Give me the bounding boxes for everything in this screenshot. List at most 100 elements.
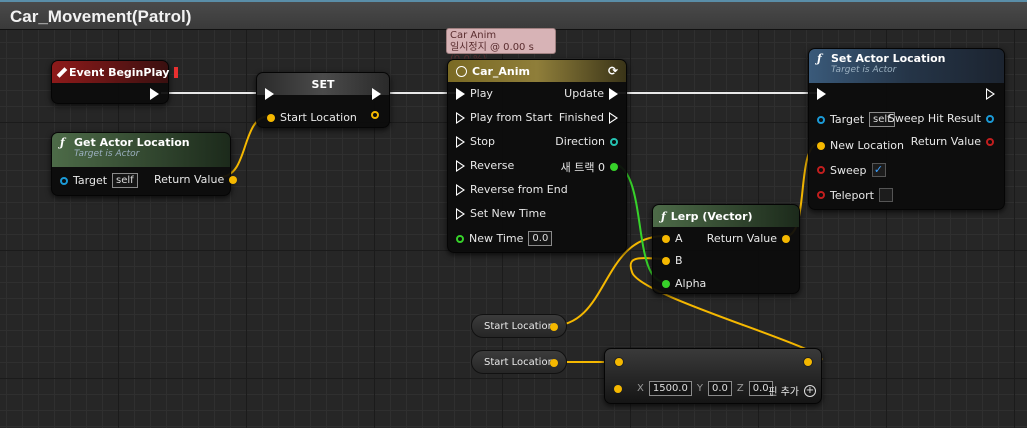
exec-out-pin[interactable] [150, 88, 159, 100]
get-actor-location-node[interactable]: ƒ Get Actor Location Target is Actor Tar… [51, 132, 238, 196]
event-beginplay-title: Event BeginPlay [69, 65, 170, 79]
finished-label: Finished [558, 111, 604, 124]
play-from-start-label: Play from Start [470, 111, 553, 124]
sweep-checkbox[interactable]: ✓ [871, 163, 886, 177]
clock-icon [456, 65, 467, 77]
delegate-pin-icon[interactable] [174, 66, 179, 78]
set-actor-location-title: Set Actor Location [831, 52, 946, 65]
set-new-time-label: Set New Time [470, 207, 546, 220]
set-actor-location-header: ƒ Set Actor Location Target is Actor [809, 49, 1004, 83]
lerp-header: ƒ Lerp (Vector) [653, 205, 799, 227]
set-actor-location-subtitle: Target is Actor [831, 65, 897, 75]
target-pin[interactable] [60, 176, 68, 185]
add-in-1-pin[interactable] [614, 357, 624, 367]
y-label: Y [696, 383, 703, 394]
set-node[interactable]: SET Start Location [256, 72, 390, 128]
play-label: Play [470, 87, 493, 100]
teleport-checkbox[interactable] [879, 188, 893, 202]
new-track-label: 새 트랙 0 [560, 161, 605, 174]
event-beginplay-node[interactable]: Event BeginPlay [51, 60, 179, 104]
new-location-pin[interactable] [817, 141, 825, 150]
setactor-exec-in-pin[interactable] [817, 88, 826, 100]
target-label: Target [73, 174, 108, 187]
add-pin-plus-icon[interactable]: + [804, 384, 816, 397]
finished-pin[interactable] [609, 111, 618, 124]
reverse-from-end-label: Reverse from End [470, 183, 568, 196]
new-time-pin[interactable] [456, 234, 464, 243]
x-field[interactable]: 1500.0 [648, 381, 692, 396]
lerp-alpha-label: Alpha [675, 277, 707, 290]
add-vector-node[interactable]: X 1500.0 Y 0.0 Z 0.0 핀 추가 + [604, 348, 822, 404]
lerp-alpha-pin[interactable] [662, 279, 670, 288]
sweep-hit-result-label: Sweep Hit Result [887, 112, 981, 125]
get-actor-location-header: ƒ Get Actor Location Target is Actor [52, 133, 230, 167]
getter-1-out-pin[interactable] [550, 323, 558, 331]
lerp-a-pin[interactable] [662, 234, 670, 243]
direction-label: Direction [555, 135, 605, 148]
setactor-return-pin[interactable] [986, 137, 994, 146]
update-pin[interactable] [609, 87, 618, 100]
direction-pin[interactable] [610, 137, 618, 146]
set-title: SET [311, 77, 335, 91]
sweep-label: Sweep [830, 163, 867, 177]
getter-2-label: Start Location [484, 356, 554, 368]
new-track-pin[interactable] [610, 163, 618, 171]
start-location-out-pin[interactable] [371, 111, 379, 119]
loop-icon: ⟳ [607, 64, 618, 78]
lerp-title: Lerp (Vector) [670, 209, 753, 223]
stop-label: Stop [470, 135, 496, 148]
getter-1-label: Start Location [484, 320, 554, 332]
start-location-in-pin[interactable] [267, 113, 275, 122]
set-new-time-pin[interactable] [456, 207, 465, 220]
set-header: SET [257, 73, 389, 95]
setactor-exec-out-pin[interactable] [986, 88, 995, 100]
stop-pin[interactable] [456, 135, 465, 148]
set-actor-location-node[interactable]: ƒ Set Actor Location Target is Actor Tar… [808, 48, 1005, 210]
add-pin-label[interactable]: 핀 추가 [768, 383, 799, 398]
update-label: Update [564, 87, 604, 100]
z-label: Z [736, 383, 744, 394]
set-exec-in-pin[interactable] [265, 88, 274, 100]
timeline-car-anim-node[interactable]: Car_Anim ⟳ Play Play from Start Stop Rev… [447, 59, 627, 253]
function-icon-2: ƒ [817, 52, 822, 65]
reverse-pin[interactable] [456, 159, 465, 172]
reverse-label: Reverse [470, 159, 515, 172]
lerp-b-pin[interactable] [662, 256, 670, 265]
new-location-label: New Location [830, 139, 905, 152]
set-exec-out-pin[interactable] [372, 88, 381, 100]
tooltip-line1: Car Anim [450, 30, 497, 41]
timeline-debug-tooltip: Car Anim 일시정지 @ 0.00 s (0.0 %) [446, 28, 556, 65]
play-pin[interactable] [456, 87, 465, 100]
x-label: X [637, 383, 644, 394]
lerp-function-icon: ƒ [661, 209, 666, 223]
lerp-vector-node[interactable]: ƒ Lerp (Vector) A B Alpha Return Value [652, 204, 800, 294]
add-in-2-pin[interactable] [614, 384, 622, 393]
get-actor-location-subtitle: Target is Actor [74, 149, 140, 159]
start-location-label: Start Location [280, 111, 357, 124]
lerp-return-pin[interactable] [782, 234, 790, 243]
teleport-label: Teleport [830, 188, 874, 202]
sweep-hit-result-pin[interactable] [986, 114, 994, 123]
new-time-field[interactable]: 0.0 [528, 231, 553, 246]
teleport-pin[interactable] [817, 191, 825, 199]
timeline-header: Car_Anim ⟳ [448, 60, 626, 82]
play-from-start-pin[interactable] [456, 111, 465, 124]
target-field[interactable]: self [112, 173, 138, 188]
return-value-label: Return Value [154, 173, 225, 186]
sweep-pin[interactable] [817, 166, 825, 174]
return-value-pin[interactable] [229, 175, 238, 184]
lerp-b-label: B [675, 254, 683, 267]
getter-2-out-pin[interactable] [550, 359, 558, 367]
new-time-label: New Time [469, 232, 524, 245]
function-icon: ƒ [60, 136, 65, 149]
setactor-target-pin[interactable] [817, 115, 825, 124]
setactor-target-label: Target [830, 113, 865, 126]
add-out-pin[interactable] [803, 357, 813, 367]
start-location-getter-2[interactable]: Start Location [471, 350, 567, 374]
reverse-from-end-pin[interactable] [456, 183, 465, 196]
start-location-getter-1[interactable]: Start Location [471, 314, 567, 338]
get-actor-location-title: Get Actor Location [74, 136, 190, 149]
event-diamond-icon [56, 66, 68, 78]
timeline-title: Car_Anim [472, 64, 530, 78]
y-field[interactable]: 0.0 [707, 381, 732, 396]
